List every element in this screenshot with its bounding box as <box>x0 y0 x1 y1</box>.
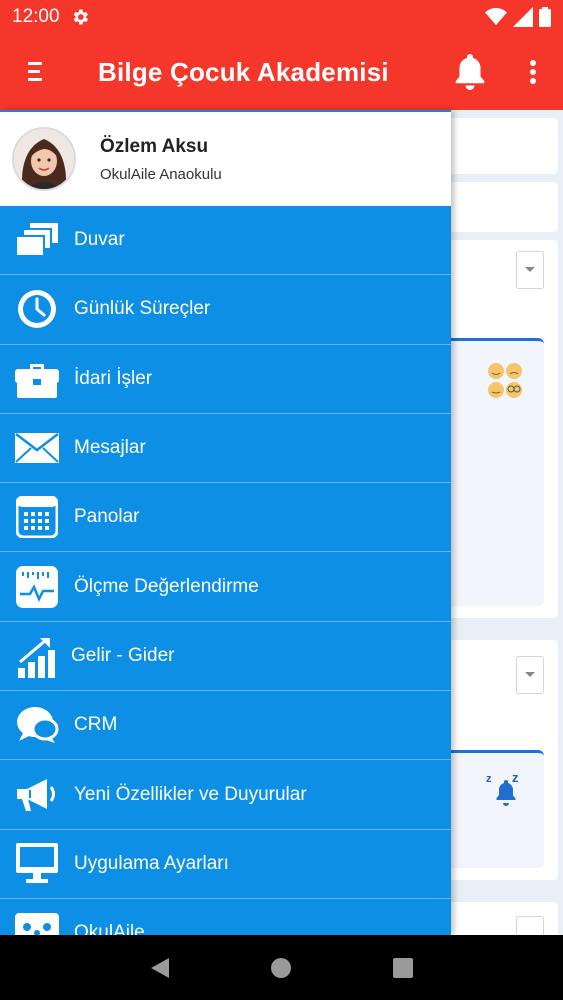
menu-icon <box>28 62 42 81</box>
menu-item-gunluk-surecler[interactable]: Günlük Süreçler <box>0 275 451 345</box>
wall-icon <box>16 223 58 258</box>
menu-item-label: CRM <box>74 714 118 736</box>
menu-item-crm[interactable]: CRM <box>0 691 451 761</box>
menu-item-uygulama-ayarlari[interactable]: Uygulama Ayarları <box>0 830 451 899</box>
system-navigation-bar <box>0 935 563 1000</box>
clock-icon <box>18 290 56 329</box>
status-time: 12:00 <box>12 6 60 27</box>
drawer-header[interactable]: Özlem Aksu OkulAile Anaokulu <box>0 110 451 206</box>
menu-item-label: Ölçme Değerlendirme <box>74 575 259 597</box>
menu-item-mesajlar[interactable]: Mesajlar <box>0 414 451 484</box>
menu-button[interactable] <box>0 34 70 110</box>
app-title: Bilge Çocuk Akademisi <box>98 56 389 87</box>
menu-item-label: Yeni Özellikler ve Duyurular <box>74 783 307 805</box>
menu-item-label: Günlük Süreçler <box>74 298 211 320</box>
back-icon[interactable] <box>149 956 171 980</box>
svg-text:z: z <box>512 770 519 785</box>
user-name: Özlem Aksu <box>100 135 209 157</box>
menu-item-label: İdari İşler <box>74 367 153 389</box>
more-options-button[interactable] <box>515 48 551 96</box>
battery-icon <box>539 7 551 27</box>
chat-bubbles-icon <box>17 707 59 744</box>
svg-text:z: z <box>486 773 492 785</box>
briefcase-icon <box>15 363 59 398</box>
recents-icon[interactable] <box>392 957 414 979</box>
user-school: OkulAile Anaokulu <box>100 165 222 183</box>
wifi-icon <box>485 7 507 26</box>
menu-item-label: OkulAile <box>74 922 145 935</box>
menu-item-label: Gelir - Gider <box>71 644 175 666</box>
calendar-board-icon <box>16 496 58 539</box>
more-vert-icon <box>530 60 536 84</box>
chart-monitor-icon <box>16 565 58 608</box>
menu-item-idari-isler[interactable]: İdari İşler <box>0 345 451 414</box>
menu-item-label: Panolar <box>74 506 140 528</box>
menu-item-label: Mesajlar <box>74 437 146 459</box>
menu-item-panolar[interactable]: Panolar <box>0 483 451 553</box>
chevron-down-icon <box>525 672 535 677</box>
navigation-drawer: Özlem Aksu OkulAile Anaokulu Duvar Günlü… <box>0 110 451 935</box>
growth-chart-icon <box>18 637 55 678</box>
envelope-icon <box>15 433 59 464</box>
menu-item-gelir-gider[interactable]: Gelir - Gider <box>0 622 451 692</box>
menu-item-olcme-degerlendirme[interactable]: Ölçme Değerlendirme <box>0 552 451 622</box>
menu-item-label: Uygulama Ayarları <box>74 852 229 874</box>
drawer-menu: Duvar Günlük Süreçler İdari İşler Mesajl… <box>0 206 451 935</box>
desktop-icon <box>16 842 58 883</box>
dropdown-button[interactable] <box>516 656 544 694</box>
avatar[interactable] <box>12 127 76 191</box>
menu-item-label: Duvar <box>74 229 125 251</box>
bell-sleep-icon: z z <box>486 770 526 810</box>
menu-item-duvar[interactable]: Duvar <box>0 206 451 276</box>
status-bar: 12:00 <box>0 0 563 34</box>
notifications-button[interactable] <box>446 48 494 96</box>
home-icon[interactable] <box>269 956 293 980</box>
family-icon <box>15 913 59 935</box>
bell-icon <box>455 54 485 90</box>
dropdown-button[interactable] <box>516 251 544 289</box>
megaphone-icon <box>17 778 55 811</box>
menu-item-okulaile[interactable]: OkulAile <box>0 899 451 935</box>
menu-item-yeni-ozellikler[interactable]: Yeni Özellikler ve Duyurular <box>0 760 451 830</box>
chevron-down-icon <box>525 267 535 272</box>
emoji-faces-icon <box>486 362 526 400</box>
signal-icon <box>513 7 533 27</box>
app-bar: Bilge Çocuk Akademisi <box>0 34 563 110</box>
settings-icon <box>73 9 88 25</box>
